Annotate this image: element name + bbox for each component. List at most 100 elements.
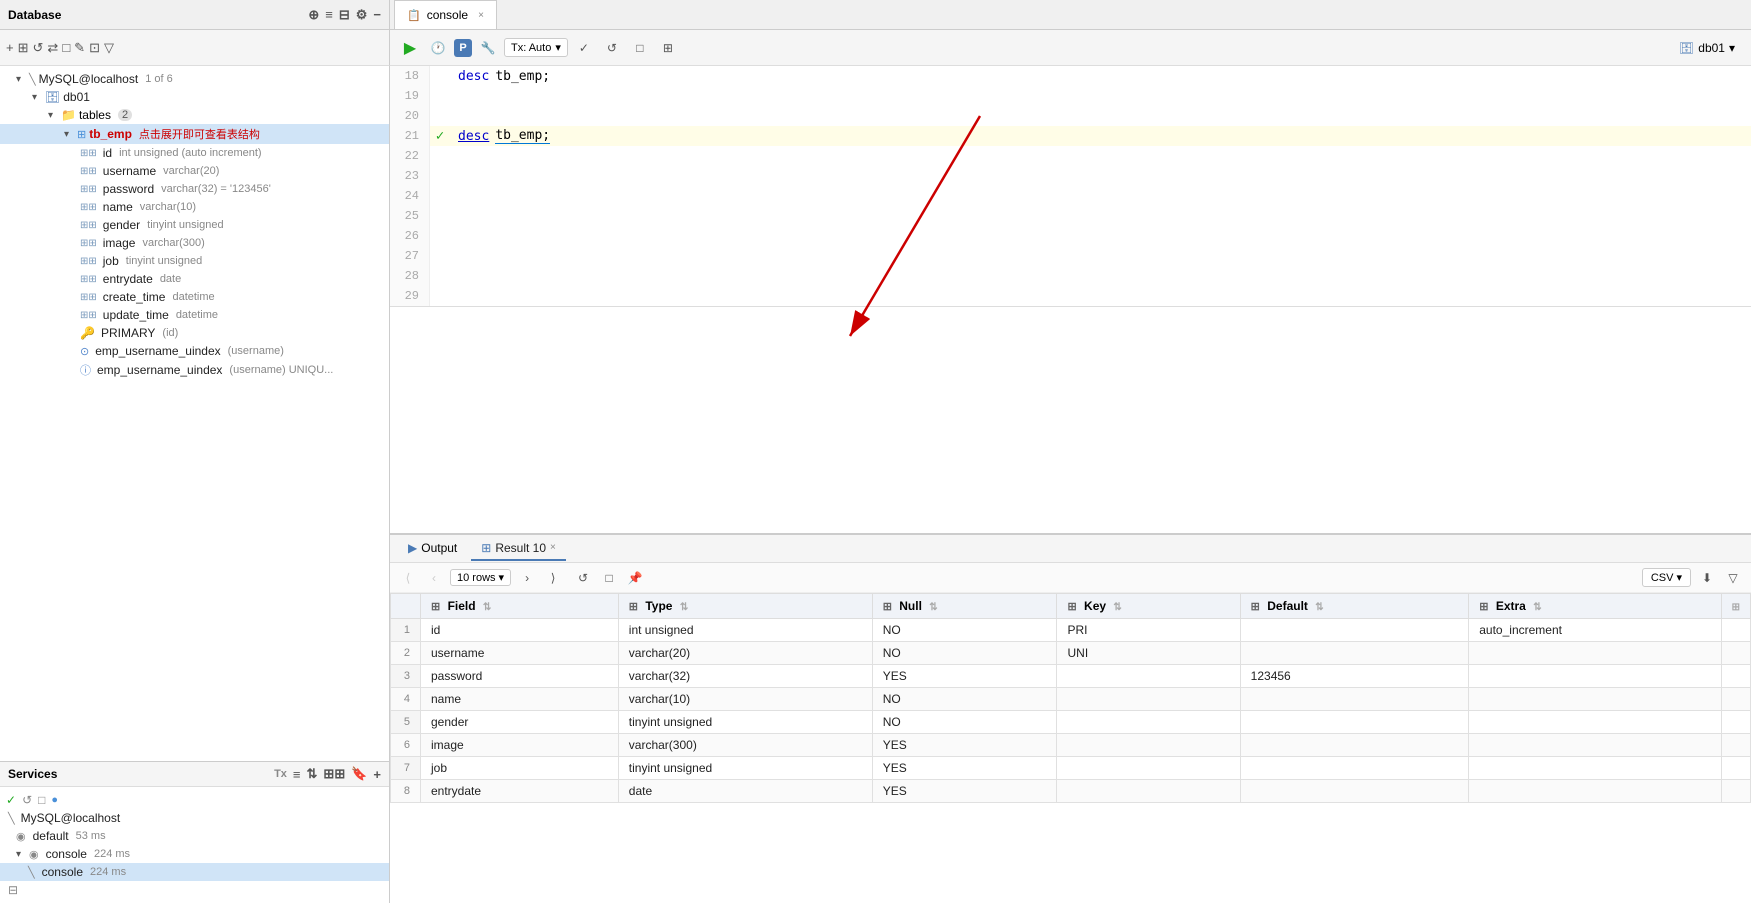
results-table[interactable]: ⊞ Field ⇅ ⊞ Type ⇅ ⊞ Null	[390, 593, 1751, 903]
col-null[interactable]: ⊞ Null ⇅	[872, 594, 1057, 619]
cell-extra	[1469, 711, 1721, 734]
line-gutter-23	[430, 166, 450, 186]
table-row[interactable]: 4 name varchar(10) NO	[391, 688, 1751, 711]
code-line-18: 18 desc tb_emp;	[390, 66, 1751, 86]
cell-key: PRI	[1057, 619, 1240, 642]
cell-type: date	[618, 780, 872, 803]
tx-select[interactable]: Tx: Auto ▾	[504, 38, 568, 57]
services-mysql-host[interactable]: ╲ MySQL@localhost	[0, 809, 389, 827]
cell-type: varchar(300)	[618, 734, 872, 757]
col-key[interactable]: ⊞ Key ⇅	[1057, 594, 1240, 619]
services-console-child[interactable]: ╲ console 224 ms	[0, 863, 389, 881]
cell-null: NO	[872, 642, 1057, 665]
services-sort-btn[interactable]: ⇅	[307, 766, 318, 782]
col-type-sort[interactable]: ⇅	[680, 602, 688, 613]
db-add-btn[interactable]: +	[6, 40, 14, 55]
result-tab[interactable]: ⊞ Result 10 ×	[471, 537, 566, 561]
nav-first-btn[interactable]: ⟨	[398, 568, 418, 588]
code-editor[interactable]: 18 desc tb_emp; 19 20	[390, 66, 1751, 307]
wrench-button[interactable]: 🔧	[476, 36, 500, 60]
refresh-btn[interactable]: ↺	[573, 568, 593, 588]
col-field-sort[interactable]: ⇅	[483, 602, 491, 613]
console-tab-close[interactable]: ×	[478, 10, 484, 21]
pin-btn[interactable]: 📌	[625, 568, 645, 588]
services-child-icon: ╲	[28, 866, 35, 879]
cell-null: YES	[872, 734, 1057, 757]
console-tab[interactable]: 📋 console ×	[394, 0, 497, 29]
table-row[interactable]: 2 username varchar(20) NO UNI	[391, 642, 1751, 665]
services-grid-btn[interactable]: ⊞⊞	[323, 766, 345, 782]
table-row[interactable]: 6 image varchar(300) YES	[391, 734, 1751, 757]
code-line-21[interactable]: 21 ✓ desc tb_emp;	[390, 126, 1751, 146]
col-extra[interactable]: ⊞ Extra ⇅	[1469, 594, 1721, 619]
table-row[interactable]: 5 gender tinyint unsigned NO	[391, 711, 1751, 734]
add-icon[interactable]: ⊕	[308, 7, 319, 23]
col-type[interactable]: ⊞ Type ⇅	[618, 594, 872, 619]
redo-button[interactable]: ↺	[600, 36, 624, 60]
right-panel: 18 desc tb_emp; 19 20	[390, 66, 1751, 903]
db-indicator[interactable]: 🗄 db01 ▾	[1671, 39, 1743, 57]
stop-result-btn[interactable]: □	[599, 568, 619, 588]
profiler-button[interactable]: P	[454, 39, 472, 57]
db-grid-btn[interactable]: ⊡	[89, 40, 100, 56]
col-null-sort[interactable]: ⇅	[929, 602, 937, 613]
services-bookmark-btn[interactable]: 🔖	[351, 766, 367, 782]
field-gender-icon: ⊞⊞	[80, 220, 97, 231]
run-button[interactable]: ▶	[398, 36, 422, 60]
services-console-parent[interactable]: ▾ ◉ console 224 ms	[0, 845, 389, 863]
stop-s-icon: □	[38, 793, 45, 807]
col-default[interactable]: ⊞ Default ⇅	[1240, 594, 1469, 619]
db-stop-btn[interactable]: □	[62, 40, 70, 55]
services-child-time: 224 ms	[90, 866, 126, 878]
table-row[interactable]: 1 id int unsigned NO PRI auto_increment	[391, 619, 1751, 642]
col-key-sort[interactable]: ⇅	[1113, 602, 1121, 613]
rows-select[interactable]: 10 rows ▾	[450, 569, 511, 586]
col-default-icon: ⊞	[1251, 601, 1260, 613]
csv-button[interactable]: CSV ▾	[1642, 568, 1691, 587]
line-content-25	[450, 206, 1751, 226]
stop-button[interactable]: □	[628, 36, 652, 60]
line-content-27	[450, 246, 1751, 266]
minimize-icon[interactable]: −	[373, 7, 381, 22]
db-refresh-btn[interactable]: ↺	[33, 40, 44, 56]
field-gender-type: tinyint unsigned	[147, 219, 223, 231]
list-icon[interactable]: ≡	[325, 7, 333, 22]
line-gutter-21: ✓	[430, 126, 450, 146]
tb-emp-item[interactable]: ▾ ⊞ tb_emp 点击展开即可查看表结构	[0, 124, 389, 144]
db-edit-btn[interactable]: ✎	[74, 40, 85, 56]
field-username-type: varchar(20)	[163, 165, 219, 177]
result-tab-label: Result 10	[495, 541, 546, 555]
col-extra-sort[interactable]: ⇅	[1533, 602, 1541, 613]
col-field[interactable]: ⊞ Field ⇅	[421, 594, 619, 619]
grid-button[interactable]: ⊞	[656, 36, 680, 60]
field-id: ⊞⊞ id int unsigned (auto increment)	[0, 144, 389, 162]
services-default[interactable]: ◉ default 53 ms	[0, 827, 389, 845]
table-row[interactable]: 3 password varchar(32) YES 123456	[391, 665, 1751, 688]
result-tab-close[interactable]: ×	[550, 542, 556, 553]
tb-emp-annotation: 点击展开即可查看表结构	[139, 126, 260, 142]
table-row[interactable]: 8 entrydate date YES	[391, 780, 1751, 803]
mysql-host-item[interactable]: ▾ ╲ MySQL@localhost 1 of 6	[0, 70, 389, 88]
cell-null: YES	[872, 665, 1057, 688]
line-content-21[interactable]: desc tb_emp;	[450, 126, 1751, 146]
split-icon[interactable]: ⊟	[339, 7, 350, 23]
filter-result-btn[interactable]: ▽	[1723, 568, 1743, 588]
nav-next-btn[interactable]: ›	[517, 568, 537, 588]
db01-item[interactable]: ▾ 🗄 db01	[0, 88, 389, 106]
db-filter-btn[interactable]: ▽	[104, 40, 114, 56]
nav-prev-btn[interactable]: ‹	[424, 568, 444, 588]
export-btn[interactable]: ⬇	[1697, 568, 1717, 588]
nav-last-btn[interactable]: ⟩	[543, 568, 563, 588]
services-list-btn[interactable]: ≡	[293, 767, 301, 782]
table-row[interactable]: 7 job tinyint unsigned YES	[391, 757, 1751, 780]
services-add-btn[interactable]: +	[373, 767, 381, 782]
cell-field: id	[421, 619, 619, 642]
db-list-btn[interactable]: ⊞	[18, 40, 29, 56]
output-tab[interactable]: ▶ Output	[398, 537, 467, 561]
clock-button[interactable]: 🕐	[426, 36, 450, 60]
col-default-sort[interactable]: ⇅	[1315, 602, 1323, 613]
check-button[interactable]: ✓	[572, 36, 596, 60]
settings-icon[interactable]: ⚙	[356, 7, 368, 23]
tables-item[interactable]: ▾ 📁 tables 2	[0, 106, 389, 124]
db-sync-btn[interactable]: ⇄	[47, 40, 58, 56]
